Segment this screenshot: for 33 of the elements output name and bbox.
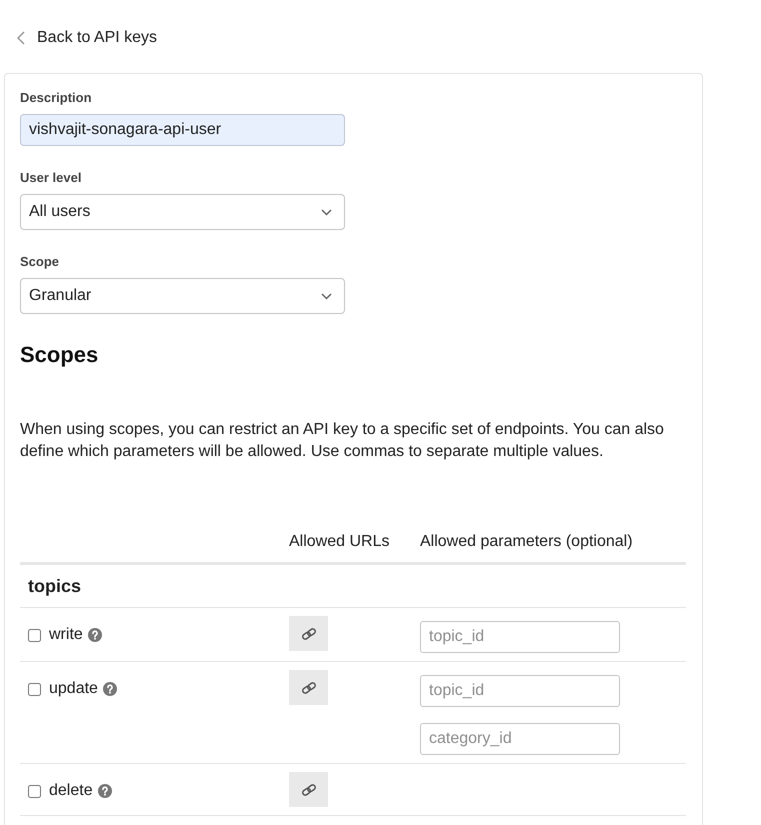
allowed-urls-button[interactable] bbox=[289, 772, 328, 807]
scope-checkbox[interactable] bbox=[28, 784, 41, 798]
help-icon[interactable] bbox=[98, 784, 112, 798]
link-icon bbox=[300, 626, 316, 642]
chevron-down-icon bbox=[321, 208, 332, 216]
help-icon[interactable] bbox=[88, 628, 102, 642]
parameter-input-field[interactable]: topic_id bbox=[420, 621, 620, 653]
field-label: User level bbox=[20, 170, 82, 186]
allowed-urls-button[interactable] bbox=[289, 670, 328, 705]
chevron-down-icon bbox=[321, 292, 332, 300]
scope-action-label: write bbox=[49, 625, 83, 645]
dropdown-select[interactable]: All users bbox=[20, 194, 345, 230]
column-header: Allowed URLs bbox=[289, 533, 390, 550]
field-label: Description bbox=[20, 90, 92, 106]
section-heading: Scopes bbox=[20, 341, 98, 369]
scopes-description: When using scopes, you can restrict an API key to a specific set of endpoints. You can also define which parameters will be allowed. Use commas to separate multiple values. bbox=[20, 420, 665, 462]
text-input-field[interactable]: vishvajit-sonagara-api-user bbox=[20, 114, 345, 146]
scope-checkbox[interactable] bbox=[28, 628, 41, 642]
group-heading: topics bbox=[28, 575, 82, 597]
scope-action-label: update bbox=[49, 679, 98, 699]
parameter-input-field[interactable]: category_id bbox=[420, 723, 620, 755]
chevron-left-icon bbox=[17, 31, 25, 45]
field-label: Scope bbox=[20, 254, 60, 270]
dropdown-select[interactable]: Granular bbox=[20, 278, 345, 314]
link-icon bbox=[300, 782, 316, 798]
help-icon[interactable] bbox=[102, 682, 117, 696]
column-header: Allowed parameters (optional) bbox=[420, 533, 633, 550]
allowed-urls-button[interactable] bbox=[289, 616, 328, 651]
scope-action-label: delete bbox=[49, 781, 93, 801]
scope-checkbox[interactable] bbox=[28, 682, 41, 696]
parameter-input-field[interactable]: topic_id bbox=[420, 675, 620, 707]
link-icon bbox=[300, 680, 316, 696]
back-link[interactable]: Back to API keys bbox=[17, 28, 158, 48]
